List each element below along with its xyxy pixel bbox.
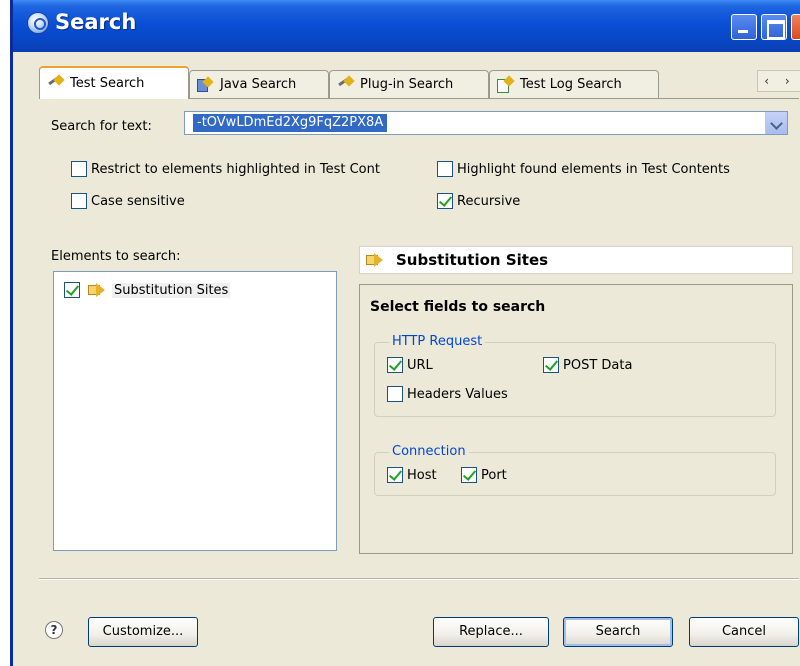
post-data-label: POST Data [563, 357, 633, 373]
chevron-down-icon[interactable] [765, 112, 787, 134]
footer-divider [39, 578, 799, 580]
substitution-site-icon [88, 283, 108, 297]
connection-group: Connection Host Port [374, 444, 776, 496]
case-sensitive-option[interactable]: Case sensitive [71, 193, 185, 209]
port-checkbox[interactable] [461, 467, 477, 483]
tab-label: Test Search [70, 76, 145, 91]
search-for-text-label: Search for text: [51, 119, 152, 134]
details-title: Substitution Sites [396, 251, 549, 269]
tab-plugin-search[interactable]: Plug-in Search [329, 70, 489, 98]
tree-item-label: Substitution Sites [112, 282, 231, 298]
url-checkbox[interactable] [387, 357, 403, 373]
post-data-option[interactable]: POST Data [543, 357, 632, 373]
port-label: Port [481, 467, 507, 483]
tab-label: Test Log Search [520, 77, 622, 92]
search-text-value[interactable]: -tOVwLDmEd2Xg9FqZ2PX8A [193, 114, 388, 132]
tab-label: Java Search [220, 77, 297, 92]
close-button[interactable] [791, 14, 800, 40]
minimize-button[interactable] [731, 14, 757, 40]
headers-values-label: Headers Values [407, 386, 508, 402]
recursive-option[interactable]: Recursive [437, 193, 520, 209]
plugin-search-icon [336, 77, 354, 93]
search-tabs: Test Search Java Search Plug-in Search T… [39, 66, 800, 99]
recursive-label: Recursive [457, 193, 521, 209]
http-request-legend: HTTP Request [389, 334, 486, 349]
fields-panel: Select fields to search HTTP Request URL… [359, 284, 793, 554]
url-label: URL [407, 357, 433, 373]
help-icon[interactable]: ? [45, 621, 63, 639]
tree-item-substitution-sites[interactable]: Substitution Sites [64, 282, 231, 298]
tab-test-log-search[interactable]: Test Log Search [489, 70, 659, 98]
restrict-elements-option[interactable]: Restrict to elements highlighted in Test… [71, 161, 380, 177]
recursive-checkbox[interactable] [437, 193, 453, 209]
window-title: Search [55, 10, 137, 34]
select-fields-heading: Select fields to search [370, 299, 546, 315]
search-button[interactable]: Search [563, 617, 673, 647]
search-dialog-icon [27, 12, 49, 34]
test-log-search-icon [496, 77, 514, 93]
tab-scroll-arrows[interactable]: ‹ › [757, 70, 800, 92]
elements-to-search-label: Elements to search: [51, 249, 181, 264]
replace-button[interactable]: Replace... [433, 617, 549, 647]
connection-legend: Connection [389, 444, 469, 459]
case-sensitive-checkbox[interactable] [71, 193, 87, 209]
title-bar[interactable]: Search [13, 0, 800, 52]
cancel-button[interactable]: Cancel [689, 617, 799, 647]
port-option[interactable]: Port [461, 467, 507, 483]
test-search-icon [46, 76, 64, 92]
post-data-checkbox[interactable] [543, 357, 559, 373]
highlight-found-checkbox[interactable] [437, 161, 453, 177]
customize-button[interactable]: Customize... [88, 617, 198, 647]
tab-label: Plug-in Search [360, 77, 454, 92]
test-search-panel: Search for text: -tOVwLDmEd2Xg9FqZ2PX8A … [39, 98, 799, 573]
case-sensitive-label: Case sensitive [91, 193, 185, 209]
highlight-found-label: Highlight found elements in Test Content… [457, 161, 730, 177]
http-request-group: HTTP Request URL POST Data Headers Value… [374, 334, 776, 417]
details-header: Substitution Sites [359, 246, 793, 274]
headers-values-checkbox[interactable] [387, 386, 403, 402]
substitution-site-icon [366, 253, 386, 267]
search-text-combo[interactable]: -tOVwLDmEd2Xg9FqZ2PX8A [184, 111, 788, 135]
tab-java-search[interactable]: Java Search [189, 70, 329, 98]
host-label: Host [407, 467, 437, 483]
restrict-elements-label: Restrict to elements highlighted in Test… [91, 161, 380, 177]
host-checkbox[interactable] [387, 467, 403, 483]
java-search-icon [196, 77, 214, 93]
highlight-found-option[interactable]: Highlight found elements in Test Content… [437, 161, 730, 177]
tab-test-search[interactable]: Test Search [39, 66, 189, 99]
maximize-button[interactable] [761, 14, 787, 40]
headers-values-option[interactable]: Headers Values [387, 386, 508, 402]
host-option[interactable]: Host [387, 467, 437, 483]
url-option[interactable]: URL [387, 357, 433, 373]
restrict-elements-checkbox[interactable] [71, 161, 87, 177]
elements-tree[interactable]: Substitution Sites [53, 271, 337, 551]
search-dialog: Search Test Search Java Search Plug-in S… [10, 0, 800, 666]
substitution-sites-checkbox[interactable] [64, 282, 80, 298]
